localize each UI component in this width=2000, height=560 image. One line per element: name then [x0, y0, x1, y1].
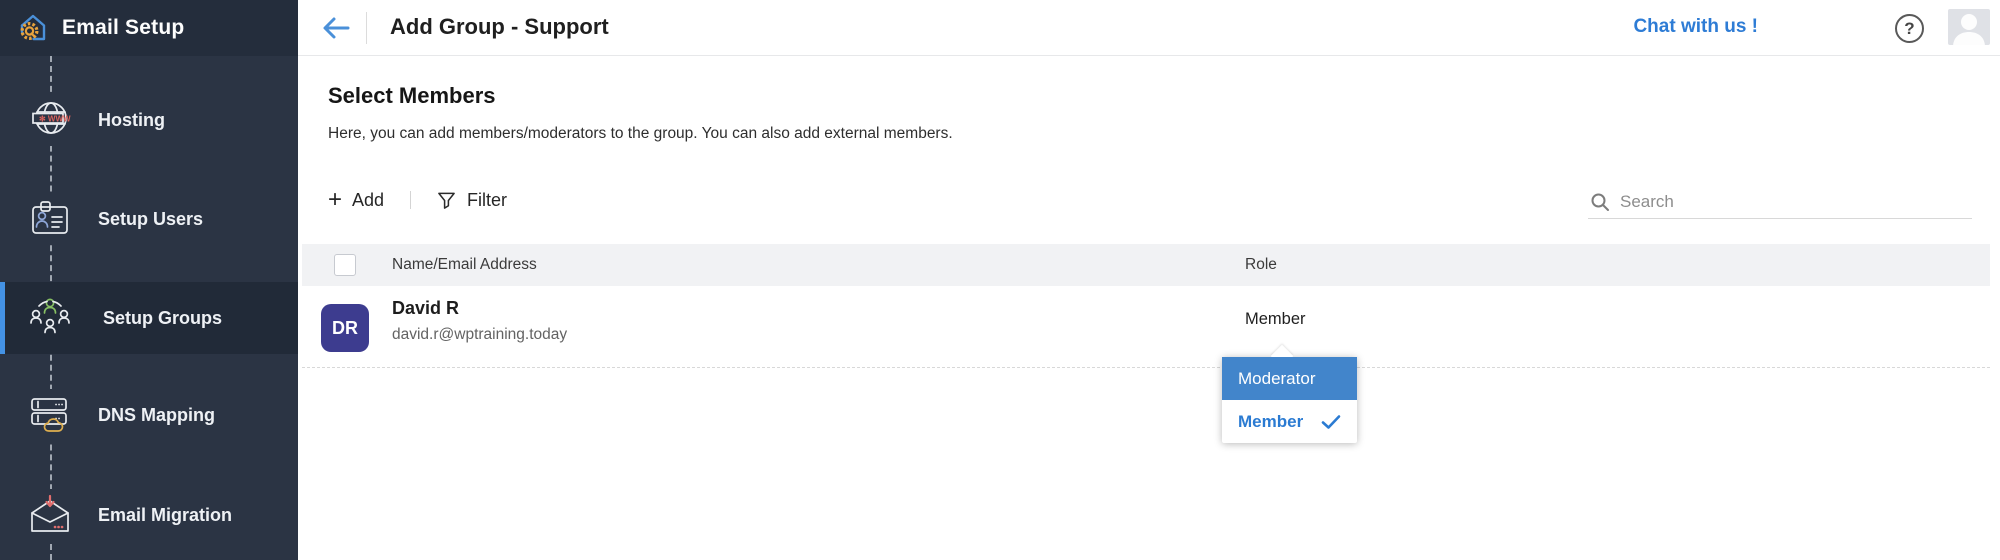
role-option-member[interactable]: Member	[1222, 400, 1357, 443]
sidebar-header: Email Setup	[0, 0, 298, 56]
filter-button[interactable]: Filter	[437, 190, 507, 211]
select-all-checkbox[interactable]	[334, 254, 356, 276]
topbar-divider	[366, 12, 367, 44]
sidebar-item-dns-mapping[interactable]: DNS Mapping	[0, 379, 298, 451]
page-title: Add Group - Support	[390, 14, 609, 39]
email-setup-app: Email Setup ✻ WWW Hosting Setup Users Se…	[0, 0, 2000, 560]
people-group-icon	[24, 292, 76, 344]
sidebar-item-label: Setup Users	[98, 208, 204, 229]
sidebar-item-hosting[interactable]: ✻ WWW Hosting	[0, 84, 298, 156]
sidebar-item-label: Email Migration	[98, 504, 233, 525]
globe-www-icon: ✻ WWW	[24, 94, 76, 146]
column-header-role: Role	[1245, 256, 1277, 273]
search-box	[1588, 185, 1972, 219]
server-cloud-icon	[24, 389, 76, 441]
role-option-label: Member	[1238, 411, 1304, 431]
toolbar: + Add Filter	[328, 185, 507, 215]
add-button[interactable]: + Add	[328, 186, 385, 213]
sidebar-item-setup-groups[interactable]: Setup Groups	[0, 282, 298, 354]
funnel-icon	[438, 192, 455, 209]
sidebar-item-setup-users[interactable]: Setup Users	[0, 183, 298, 255]
role-option-moderator[interactable]: Moderator	[1222, 357, 1357, 400]
plus-icon: +	[328, 186, 343, 213]
table-header: Name/Email Address Role	[302, 244, 1990, 286]
sidebar-item-label: Hosting	[98, 109, 165, 130]
search-input[interactable]	[1620, 191, 1920, 212]
member-email: david.r@wptraining.today	[392, 326, 568, 343]
column-header-name-email: Name/Email Address	[392, 256, 537, 273]
svg-text:✻ WWW: ✻ WWW	[39, 115, 71, 124]
member-name: David R	[392, 298, 460, 318]
member-initials-avatar: DR	[321, 304, 369, 352]
chat-with-us-link[interactable]: Chat with us !	[1633, 16, 1758, 38]
member-role-value[interactable]: Member	[1245, 310, 1306, 329]
main-content: Select Members Here, you can add members…	[298, 57, 2000, 560]
member-table-row[interactable]: DR David R david.r@wptraining.today Memb…	[302, 286, 1990, 368]
checkmark-icon	[1321, 414, 1341, 429]
app-title: Email Setup	[62, 16, 185, 39]
mail-import-icon	[24, 489, 76, 541]
sidebar-item-label: Setup Groups	[103, 307, 223, 328]
email-setup-home-gear-icon	[20, 14, 46, 41]
id-card-icon	[24, 193, 76, 245]
sidebar-item-label: DNS Mapping	[98, 404, 215, 425]
back-arrow-button[interactable]	[320, 13, 352, 43]
filter-button-label: Filter	[467, 189, 508, 210]
sidebar: Email Setup ✻ WWW Hosting Setup Users Se…	[0, 0, 298, 560]
section-description: Here, you can add members/moderators to …	[328, 125, 953, 142]
search-icon	[1591, 193, 1609, 211]
role-dropdown-menu: Moderator Member	[1222, 344, 1357, 443]
sidebar-item-email-migration[interactable]: Email Migration	[0, 479, 298, 551]
section-heading: Select Members	[328, 83, 496, 108]
toolbar-divider	[410, 191, 412, 209]
add-button-label: Add	[352, 189, 385, 210]
help-icon[interactable]: ?	[1895, 14, 1924, 43]
topbar: Add Group - Support Chat with us ! ?	[298, 0, 2000, 56]
role-option-label: Moderator	[1238, 368, 1316, 388]
user-avatar[interactable]	[1948, 9, 1990, 45]
